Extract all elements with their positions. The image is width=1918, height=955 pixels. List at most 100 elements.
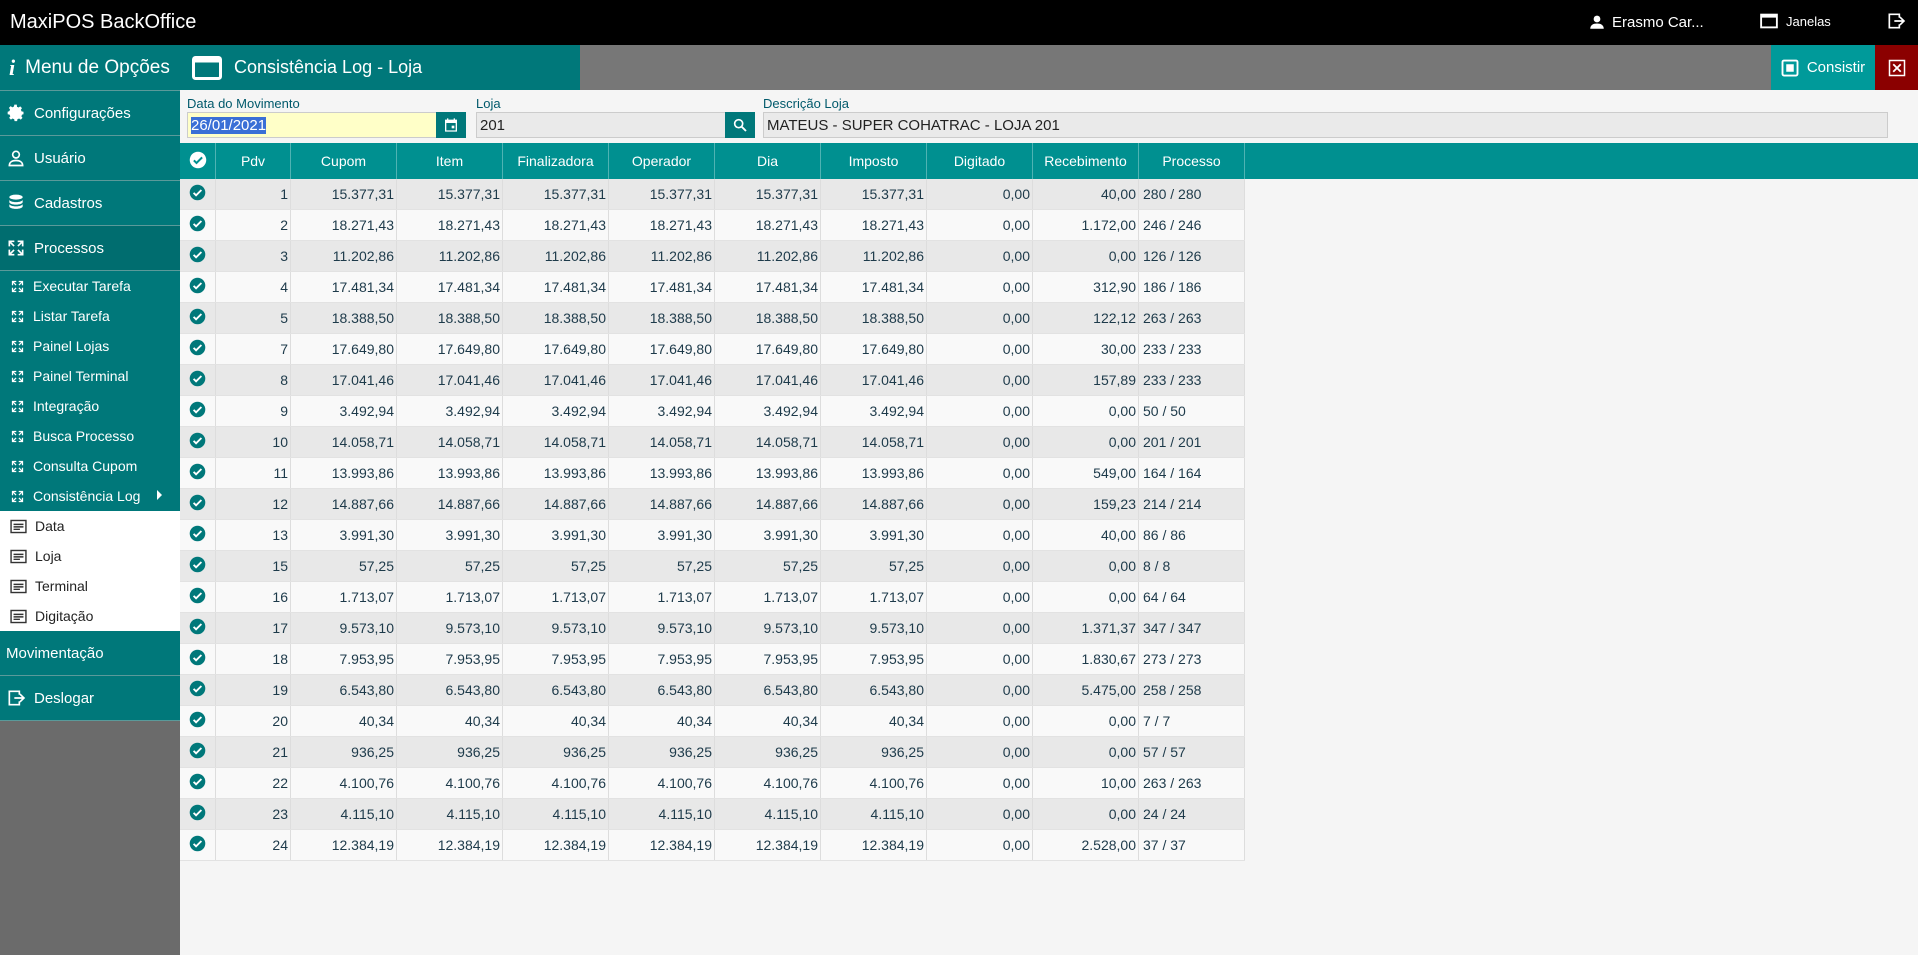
column-header-dia[interactable]: Dia — [714, 143, 821, 179]
cell-cupom: 4.115,10 — [290, 798, 397, 830]
cell-pdv: 10 — [215, 426, 291, 458]
row-status-cell[interactable] — [180, 209, 216, 241]
row-status-cell[interactable] — [180, 612, 216, 644]
sidebar-item-movimentacao[interactable]: Movimentação — [0, 631, 180, 676]
row-status-cell[interactable] — [180, 364, 216, 396]
cell-pdv: 18 — [215, 643, 291, 675]
sidebar-item-processos[interactable]: Processos — [0, 226, 180, 271]
scrollbar[interactable] — [1906, 179, 1918, 955]
table-row[interactable]: 7 17.649,80 17.649,80 17.649,80 17.649,80 17.… — [180, 333, 1245, 365]
row-status-cell[interactable] — [180, 643, 216, 675]
cell-dia: 18.388,50 — [714, 302, 821, 334]
sidebar-subitem-painel-lojas[interactable]: Painel Lojas — [0, 331, 180, 361]
table-row[interactable]: 1 15.377,31 15.377,31 15.377,31 15.377,31 15.… — [180, 179, 1245, 210]
table-row[interactable]: 17 9.573,10 9.573,10 9.573,10 9.573,10 9.573,… — [180, 612, 1245, 644]
table-row[interactable]: 18 7.953,95 7.953,95 7.953,95 7.953,95 7.953,… — [180, 643, 1245, 675]
column-header-cupom[interactable]: Cupom — [290, 143, 397, 179]
table-row[interactable]: 9 3.492,94 3.492,94 3.492,94 3.492,94 3.492,9… — [180, 395, 1245, 427]
sidebar-subsubitem-loja[interactable]: Loja — [0, 541, 180, 571]
sidebar-subitem-consulta-cupom[interactable]: Consulta Cupom — [0, 451, 180, 481]
table-row[interactable]: 12 14.887,66 14.887,66 14.887,66 14.887,66 14… — [180, 488, 1245, 520]
column-header-operador[interactable]: Operador — [608, 143, 715, 179]
row-status-cell[interactable] — [180, 674, 216, 706]
sidebar-subitem-painel-terminal[interactable]: Painel Terminal — [0, 361, 180, 391]
date-field[interactable]: 26/01/2021 — [187, 112, 437, 138]
sidebar-item-usuario[interactable]: Usuário — [0, 136, 180, 181]
table-row[interactable]: 3 11.202,86 11.202,86 11.202,86 11.202,86 11.… — [180, 240, 1245, 272]
cell-processo: 233 / 233 — [1138, 364, 1245, 396]
sidebar-subitem-listar-tarefa[interactable]: Listar Tarefa — [0, 301, 180, 331]
column-header-processo[interactable]: Processo — [1138, 143, 1245, 179]
column-header-finalizadora[interactable]: Finalizadora — [502, 143, 609, 179]
table-row[interactable]: 15 57,25 57,25 57,25 57,25 57,25 57,25 0,00 0,00… — [180, 550, 1245, 582]
check-circle-icon — [189, 742, 206, 759]
row-status-cell[interactable] — [180, 457, 216, 489]
column-header-item[interactable]: Item — [396, 143, 503, 179]
table-row[interactable]: 2 18.271,43 18.271,43 18.271,43 18.271,43 18.… — [180, 209, 1245, 241]
sidebar-item-deslogar[interactable]: Deslogar — [0, 676, 180, 721]
search-loja-button[interactable] — [725, 112, 755, 138]
calendar-button[interactable] — [436, 112, 466, 138]
row-status-cell[interactable] — [180, 179, 216, 210]
sidebar-subitem-executar-tarefa[interactable]: Executar Tarefa — [0, 271, 180, 301]
row-status-cell[interactable] — [180, 519, 216, 551]
row-status-cell[interactable] — [180, 798, 216, 830]
table-row[interactable]: 5 18.388,50 18.388,50 18.388,50 18.388,50 18.… — [180, 302, 1245, 334]
row-status-cell[interactable] — [180, 705, 216, 737]
table-row[interactable]: 16 1.713,07 1.713,07 1.713,07 1.713,07 1.713,… — [180, 581, 1245, 613]
check-circle-icon — [189, 463, 206, 480]
column-header-recebimento[interactable]: Recebimento — [1032, 143, 1139, 179]
row-status-cell[interactable] — [180, 240, 216, 272]
row-status-cell[interactable] — [180, 488, 216, 520]
close-button[interactable] — [1875, 45, 1918, 90]
column-header-digitado[interactable]: Digitado — [926, 143, 1033, 179]
sidebar-item-cadastros[interactable]: Cadastros — [0, 181, 180, 226]
cell-item: 12.384,19 — [396, 829, 503, 861]
cell-digitado: 0,00 — [926, 767, 1033, 799]
sidebar-subitem-busca-processo[interactable]: Busca Processo — [0, 421, 180, 451]
sidebar-subsubitem-terminal[interactable]: Terminal — [0, 571, 180, 601]
row-status-cell[interactable] — [180, 736, 216, 768]
row-status-cell[interactable] — [180, 767, 216, 799]
row-status-cell[interactable] — [180, 426, 216, 458]
table-row[interactable]: 22 4.100,76 4.100,76 4.100,76 4.100,76 4.100,… — [180, 767, 1245, 799]
cell-imposto: 3.492,94 — [820, 395, 927, 427]
sidebar-subitem-integracao[interactable]: Integração — [0, 391, 180, 421]
table-row[interactable]: 20 40,34 40,34 40,34 40,34 40,34 40,34 0,00 0,00… — [180, 705, 1245, 737]
column-header-imposto[interactable]: Imposto — [820, 143, 927, 179]
table-row[interactable]: 10 14.058,71 14.058,71 14.058,71 14.058,71 14… — [180, 426, 1245, 458]
sidebar-subitem-consistencia-log[interactable]: Consistência Log — [0, 481, 180, 511]
sidebar-subsubitem-digitacao[interactable]: Digitação — [0, 601, 180, 631]
table-row[interactable]: 8 17.041,46 17.041,46 17.041,46 17.041,46 17.… — [180, 364, 1245, 396]
windows-menu[interactable]: Janelas — [1760, 13, 1831, 29]
cell-imposto: 18.271,43 — [820, 209, 927, 241]
user-menu[interactable]: Erasmo Car... — [1588, 13, 1704, 31]
check-circle-icon — [189, 804, 206, 821]
sidebar-subsubitem-data[interactable]: Data — [0, 511, 180, 541]
cell-recebimento: 30,00 — [1032, 333, 1139, 365]
cell-operador: 12.384,19 — [608, 829, 715, 861]
row-status-cell[interactable] — [180, 333, 216, 365]
table-row[interactable]: 19 6.543,80 6.543,80 6.543,80 6.543,80 6.543,… — [180, 674, 1245, 706]
row-status-cell[interactable] — [180, 271, 216, 303]
table-row[interactable]: 24 12.384,19 12.384,19 12.384,19 12.384,19 12… — [180, 829, 1245, 861]
table-row[interactable]: 4 17.481,34 17.481,34 17.481,34 17.481,34 17.… — [180, 271, 1245, 303]
sidebar-header[interactable]: i Menu de Opções — [0, 45, 180, 91]
column-header-pdv[interactable]: Pdv — [215, 143, 291, 179]
row-status-cell[interactable] — [180, 550, 216, 582]
consistir-button[interactable]: Consistir — [1771, 45, 1875, 90]
cell-item: 11.202,86 — [396, 240, 503, 272]
logout-button[interactable] — [1886, 11, 1906, 36]
table-row[interactable]: 23 4.115,10 4.115,10 4.115,10 4.115,10 4.115,… — [180, 798, 1245, 830]
loja-field[interactable]: 201 — [476, 112, 726, 138]
row-status-cell[interactable] — [180, 395, 216, 427]
row-status-cell[interactable] — [180, 581, 216, 613]
table-row[interactable]: 21 936,25 936,25 936,25 936,25 936,25 936,25 0,… — [180, 736, 1245, 768]
row-status-cell[interactable] — [180, 302, 216, 334]
select-all-header[interactable] — [180, 143, 216, 179]
row-status-cell[interactable] — [180, 829, 216, 861]
sidebar-item-configuracoes[interactable]: Configurações — [0, 91, 180, 136]
tab-consistencia-log-loja[interactable]: Consistência Log - Loja — [180, 45, 580, 90]
table-row[interactable]: 13 3.991,30 3.991,30 3.991,30 3.991,30 3.991,… — [180, 519, 1245, 551]
table-row[interactable]: 11 13.993,86 13.993,86 13.993,86 13.993,86 13… — [180, 457, 1245, 489]
